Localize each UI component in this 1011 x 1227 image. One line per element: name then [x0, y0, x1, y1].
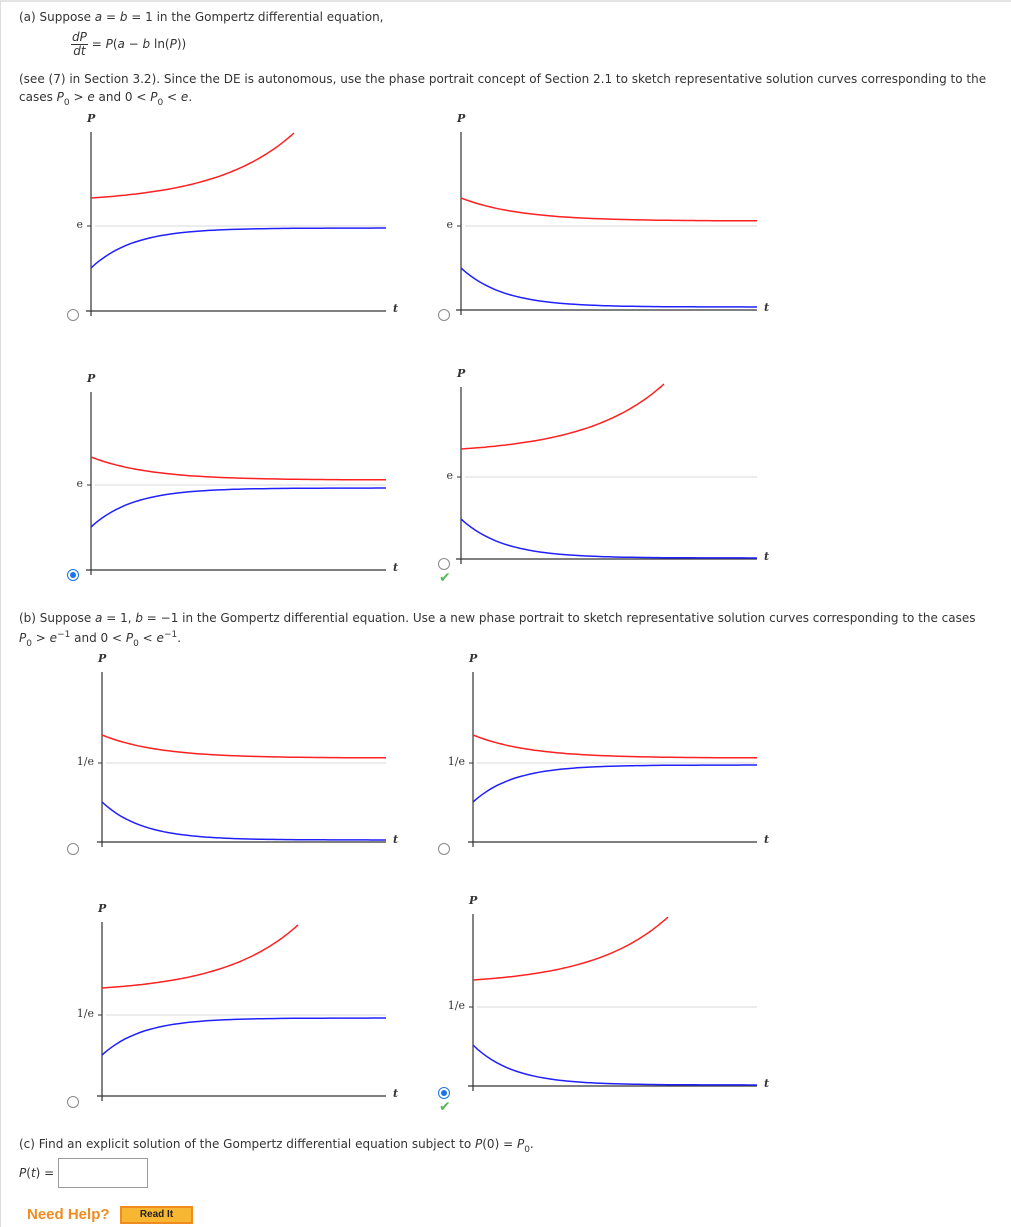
lower-solution-curve: [90, 227, 386, 269]
upper-solution-curve: [101, 924, 299, 989]
upper-solution-curve: [101, 734, 386, 759]
t-axis-label: t: [764, 550, 770, 563]
graph-option-radio[interactable]: [67, 843, 79, 855]
p-axis-label: P: [87, 372, 96, 385]
p-axis-label: P: [457, 367, 466, 380]
level-label: e: [446, 469, 453, 482]
level-label: 1/e: [76, 1007, 94, 1020]
t-axis-label: t: [393, 302, 399, 315]
p-axis-label: P: [98, 902, 107, 915]
graph-overlay: [86, 132, 757, 1101]
lower-solution-curve: [101, 1017, 386, 1056]
lower-solution-curve: [101, 801, 386, 841]
lower-solution-curve: [460, 518, 757, 559]
upper-solution-curve: [460, 197, 757, 222]
answer-label: P(t) =: [19, 1166, 55, 1180]
question-page: (a) Suppose a = b = 1 in the Gompertz di…: [0, 0, 1011, 1227]
answer-input[interactable]: [58, 1158, 148, 1188]
upper-solution-curve: [472, 734, 757, 759]
t-axis-label: t: [393, 1087, 399, 1100]
level-label: 1/e: [447, 999, 465, 1012]
level-label: 1/e: [447, 755, 465, 768]
lower-solution-curve: [90, 487, 386, 528]
p-axis-label: P: [87, 112, 96, 125]
correct-check-icon: ✔: [439, 1099, 451, 1115]
p-axis-label: P: [457, 112, 466, 125]
p-axis-label: P: [469, 894, 478, 907]
graph-option-radio[interactable]: [67, 1096, 79, 1108]
level-label: e: [76, 477, 83, 490]
upper-solution-curve: [90, 456, 386, 481]
correct-check-icon: ✔: [439, 570, 451, 586]
t-axis-label: t: [393, 561, 399, 574]
lower-solution-curve: [460, 267, 757, 308]
need-help-label: Need Help?: [27, 1206, 110, 1223]
graph-option-radio[interactable]: [67, 309, 79, 321]
lower-solution-curve: [472, 764, 757, 803]
graph-option-radio[interactable]: [438, 558, 450, 570]
t-axis-label: t: [764, 301, 770, 314]
lower-solution-curve: [472, 1044, 757, 1086]
upper-solution-curve: [472, 916, 669, 981]
read-it-button[interactable]: Read It: [120, 1206, 193, 1224]
t-axis-label: t: [393, 833, 399, 846]
level-label: 1/e: [76, 755, 94, 768]
t-axis-label: t: [764, 1077, 770, 1090]
graph-option-radio[interactable]: [438, 1087, 450, 1099]
graph-option-radio[interactable]: [67, 569, 79, 581]
level-label: e: [446, 218, 453, 231]
upper-solution-curve: [460, 383, 665, 450]
upper-solution-curve: [90, 132, 295, 199]
graph-option-radio[interactable]: [438, 843, 450, 855]
graph-option-radio[interactable]: [438, 309, 450, 321]
part-c-text: (c) Find an explicit solution of the Gom…: [19, 1137, 534, 1155]
p-axis-label: P: [98, 652, 107, 665]
level-label: e: [76, 218, 83, 231]
t-axis-label: t: [764, 833, 770, 846]
p-axis-label: P: [469, 652, 478, 665]
